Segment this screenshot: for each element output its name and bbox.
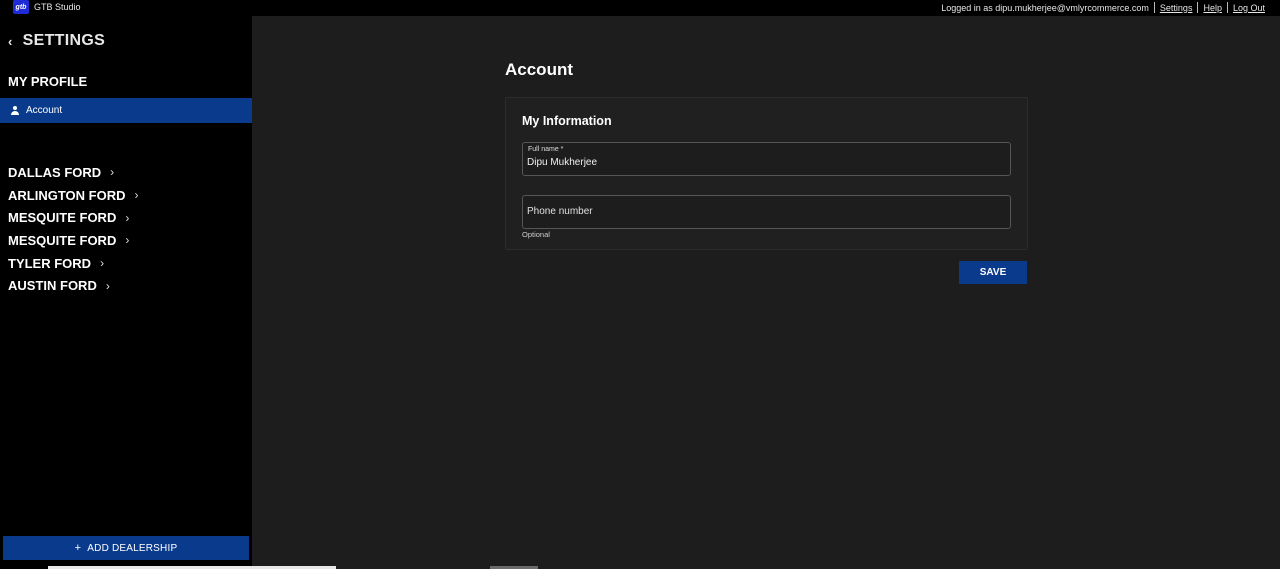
dealership-item[interactable]: DALLAS FORD › [8,161,138,184]
phone-hint: Optional [522,230,550,239]
logged-in-text: Logged in as dipu.mukherjee@vmlyrcommerc… [941,2,1149,13]
chevron-right-icon: › [105,278,110,293]
divider [1197,2,1199,13]
plus-icon: + [74,542,82,554]
settings-link[interactable]: Settings [1160,3,1193,13]
phone-number-field[interactable]: Phone number [522,195,1011,229]
user-menu: Logged in as dipu.mukherjee@vmlyrcommerc… [941,2,1265,13]
add-dealership-label: ADD DEALERSHIP [87,542,178,554]
chevron-right-icon: › [100,256,105,271]
help-link[interactable]: Help [1203,3,1222,13]
full-name-field[interactable]: Full name * Dipu Mukherjee [522,142,1011,176]
person-icon [10,105,20,116]
dealership-list: DALLAS FORD › ARLINGTON FORD › MESQUITE … [8,161,138,297]
chevron-right-icon: › [110,165,115,180]
sidebar-item-label: Account [26,105,63,116]
app-logo[interactable]: gtb [13,0,29,14]
full-name-value[interactable]: Dipu Mukherjee [527,157,597,168]
top-bar: gtb GTB Studio Logged in as dipu.mukherj… [0,0,1280,16]
dealership-item[interactable]: TYLER FORD › [8,252,138,275]
chevron-right-icon: › [125,210,130,225]
app-title: GTB Studio [34,2,81,12]
my-profile-heading: MY PROFILE [8,74,88,89]
settings-title: SETTINGS [22,32,106,49]
dealership-label: AUSTIN FORD [8,278,97,294]
dealership-label: TYLER FORD [8,255,92,271]
page-title: Account [505,60,573,79]
chevron-right-icon: › [134,188,139,203]
chevron-right-icon: › [125,233,130,248]
settings-header: ‹ SETTINGS [8,32,105,50]
phone-placeholder: Phone number [527,206,593,217]
sidebar: ‹ SETTINGS MY PROFILE Account DALLAS FOR… [0,16,252,569]
dealership-label: DALLAS FORD [8,164,102,180]
full-name-label: Full name * [528,146,564,153]
sidebar-item-account[interactable]: Account [0,98,252,123]
dealership-item[interactable]: ARLINGTON FORD › [8,184,138,207]
dealership-item[interactable]: MESQUITE FORD › [8,206,138,229]
back-chevron-icon[interactable]: ‹ [8,34,13,49]
logout-link[interactable]: Log Out [1233,3,1265,13]
my-information-card: My Information Full name * Dipu Mukherje… [505,97,1028,250]
add-dealership-button[interactable]: + ADD DEALERSHIP [3,536,249,560]
dealership-label: MESQUITE FORD [8,210,117,226]
dealership-label: MESQUITE FORD [8,232,117,248]
card-title: My Information [522,114,612,128]
divider [1226,2,1228,13]
dealership-item[interactable]: AUSTIN FORD › [8,274,138,297]
divider [1153,2,1155,13]
dealership-item[interactable]: MESQUITE FORD › [8,229,138,252]
save-button[interactable]: SAVE [959,261,1027,284]
dealership-label: ARLINGTON FORD [8,187,126,203]
